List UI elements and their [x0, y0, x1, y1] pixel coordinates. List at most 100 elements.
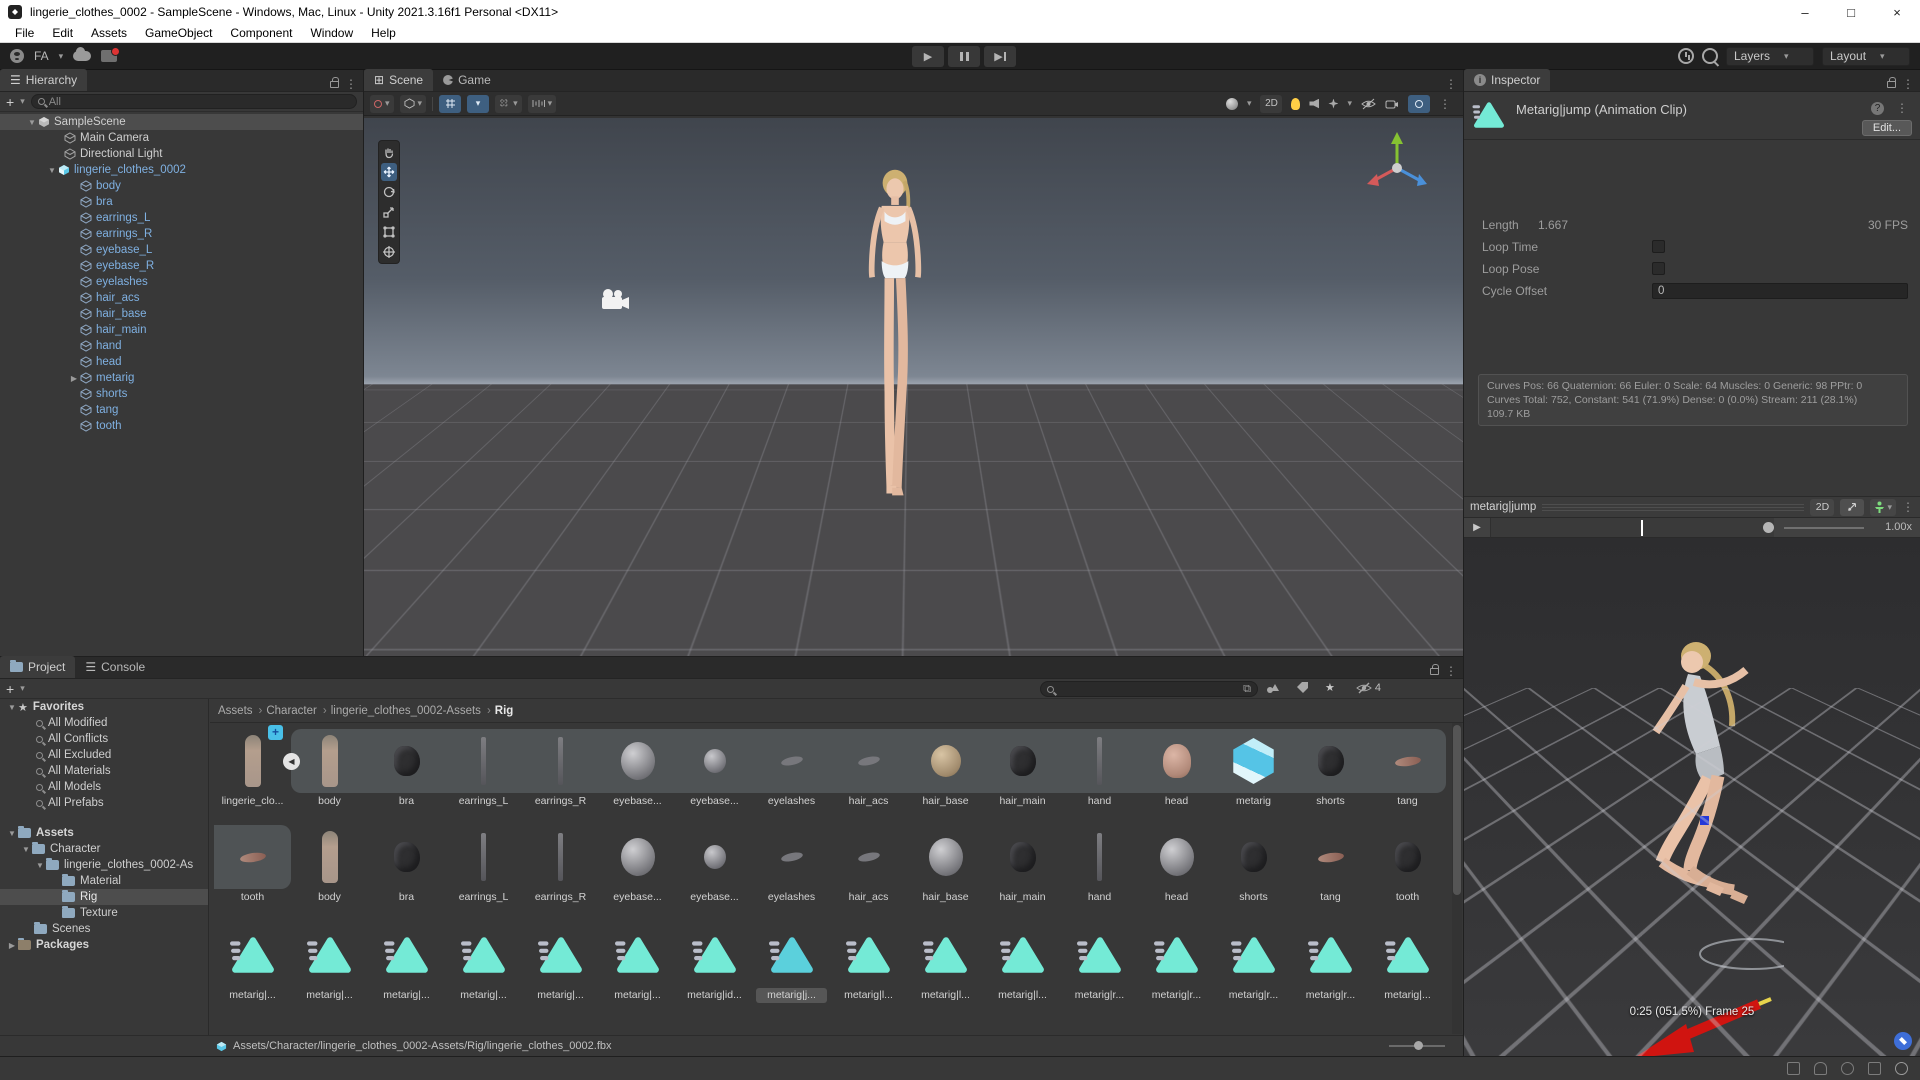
- grid-snap-caret[interactable]: ▾: [467, 95, 489, 113]
- breadcrumb-item[interactable]: Assets: [218, 705, 262, 717]
- background-activity-icon[interactable]: [1895, 1062, 1908, 1075]
- inspector-lock-icon[interactable]: [1887, 81, 1896, 88]
- asset-cell[interactable]: eyelashes: [753, 825, 830, 905]
- animation-asset-cell[interactable]: metarig|...: [214, 923, 291, 1003]
- hierarchy-child-item[interactable]: ▶ earrings_L: [0, 210, 363, 226]
- hierarchy-child-item[interactable]: ▶ hair_acs: [0, 290, 363, 306]
- hierarchy-item-scene[interactable]: ▼ SampleScene: [0, 114, 363, 130]
- tab-console[interactable]: ☰ Console: [75, 656, 155, 678]
- asset-cell[interactable]: bra: [368, 825, 445, 905]
- tab-inspector[interactable]: i Inspector: [1464, 69, 1550, 91]
- asset-cell[interactable]: hair_base: [907, 825, 984, 905]
- lighting-toggle[interactable]: [1291, 98, 1300, 110]
- asset-cell[interactable]: + ◀ hair_base: [907, 729, 984, 809]
- scene-viewport[interactable]: ◂: [364, 118, 1463, 656]
- asset-cell[interactable]: tooth: [1369, 825, 1446, 905]
- animation-asset-cell[interactable]: metarig|l...: [830, 923, 907, 1003]
- clip-menu-icon[interactable]: ⋮: [1896, 101, 1908, 115]
- favorites-item[interactable]: All Modified: [0, 715, 208, 731]
- hierarchy-child-item[interactable]: ▶ eyebase_L: [0, 242, 363, 258]
- camera-settings-button[interactable]: [1385, 98, 1399, 109]
- audio-toggle[interactable]: [1309, 99, 1319, 109]
- animation-asset-cell[interactable]: metarig|...: [291, 923, 368, 1003]
- asset-cell[interactable]: + ◀ earrings_L: [445, 729, 522, 809]
- asset-label-icon[interactable]: [1894, 1032, 1912, 1050]
- search-by-label-icon[interactable]: [1296, 682, 1309, 694]
- grid-snap-toggle[interactable]: [439, 95, 461, 113]
- tree-item-assets[interactable]: ▼Assets: [0, 825, 208, 841]
- asset-cell[interactable]: hand: [1061, 825, 1138, 905]
- speed-slider-track[interactable]: [1784, 527, 1864, 529]
- preview-avatar-button[interactable]: ▾: [1870, 499, 1896, 516]
- collab-status-icon[interactable]: [1841, 1062, 1854, 1075]
- animation-asset-cell[interactable]: metarig|r...: [1292, 923, 1369, 1003]
- asset-cell[interactable]: earrings_R: [522, 825, 599, 905]
- hierarchy-item[interactable]: Directional Light: [0, 146, 363, 162]
- lock-icon[interactable]: [330, 81, 339, 88]
- shading-caret-icon[interactable]: ▾: [1247, 98, 1252, 109]
- hierarchy-child-item[interactable]: ▶ eyebase_R: [0, 258, 363, 274]
- foldout-icon[interactable]: ▶: [68, 374, 80, 383]
- step-button[interactable]: ▶: [984, 46, 1016, 67]
- tree-item-material[interactable]: Material: [0, 873, 208, 889]
- tree-item-character[interactable]: ▼Character: [0, 841, 208, 857]
- asset-cell[interactable]: eyebase...: [676, 825, 753, 905]
- create-asset-caret-icon[interactable]: ▾: [20, 683, 25, 694]
- asset-cell[interactable]: shorts: [1215, 825, 1292, 905]
- playhead[interactable]: [1641, 520, 1643, 536]
- animation-preview-3d[interactable]: 0:25 (051.5%) Frame 25: [1464, 538, 1920, 1056]
- favorites-item[interactable]: All Excluded: [0, 747, 208, 763]
- close-button[interactable]: ×: [1874, 0, 1920, 24]
- snap-settings-button[interactable]: ▾: [528, 95, 557, 113]
- breadcrumb-item[interactable]: Rig: [495, 705, 514, 717]
- hierarchy-child-item[interactable]: ▶ shorts: [0, 386, 363, 402]
- animation-asset-cell[interactable]: metarig|r...: [1061, 923, 1138, 1003]
- console-log-icon[interactable]: [1787, 1062, 1800, 1075]
- tree-item-assets-folder[interactable]: ▼lingerie_clothes_0002-As: [0, 857, 208, 873]
- pause-button[interactable]: [948, 46, 980, 67]
- layout-dropdown[interactable]: Layout▾: [1822, 47, 1910, 66]
- speed-slider-thumb[interactable]: [1763, 522, 1774, 533]
- hierarchy-child-item[interactable]: ▶ hand: [0, 338, 363, 354]
- tree-item-texture[interactable]: Texture: [0, 905, 208, 921]
- tree-item-rig[interactable]: Rig: [0, 889, 208, 905]
- view-tool[interactable]: [381, 143, 397, 161]
- preview-2d-button[interactable]: 2D: [1810, 499, 1834, 516]
- asset-cell[interactable]: body: [291, 825, 368, 905]
- animation-asset-cell-partial[interactable]: [214, 1021, 291, 1035]
- breadcrumb-item[interactable]: Character: [266, 705, 326, 717]
- 2d-toggle[interactable]: 2D: [1260, 95, 1282, 113]
- asset-cell[interactable]: + ◀ shorts: [1292, 729, 1369, 809]
- foldout-icon[interactable]: ▼: [26, 118, 38, 127]
- hidden-packages-toggle[interactable]: 4: [1356, 682, 1381, 694]
- animation-asset-cell[interactable]: metarig|...: [522, 923, 599, 1003]
- hierarchy-search[interactable]: [31, 94, 357, 109]
- account-icon[interactable]: [10, 49, 24, 63]
- hierarchy-child-item[interactable]: ▶ tooth: [0, 418, 363, 434]
- asset-cell[interactable]: eyebase...: [599, 825, 676, 905]
- cloud-icon[interactable]: [73, 51, 91, 61]
- menu-item[interactable]: Help: [362, 26, 405, 40]
- preview-play-button[interactable]: ▶: [1464, 518, 1490, 538]
- effects-caret-icon[interactable]: ▾: [1347, 98, 1352, 109]
- menu-item[interactable]: Window: [301, 26, 362, 40]
- loop-pose-checkbox[interactable]: [1652, 262, 1665, 275]
- asset-cell[interactable]: + ◀ head: [1138, 729, 1215, 809]
- tab-game[interactable]: Game: [433, 69, 501, 91]
- animation-asset-cell[interactable]: metarig|id...: [676, 923, 753, 1003]
- favorites-item[interactable]: All Materials: [0, 763, 208, 779]
- thumbnail-zoom-thumb[interactable]: [1414, 1041, 1423, 1050]
- scale-tool[interactable]: [381, 203, 397, 221]
- collab-icon[interactable]: [101, 50, 117, 62]
- asset-cell[interactable]: + ◀ metarig: [1215, 729, 1292, 809]
- asset-cell[interactable]: + ◀ eyebase...: [676, 729, 753, 809]
- effects-toggle[interactable]: [1328, 99, 1338, 109]
- menu-item[interactable]: File: [6, 26, 43, 40]
- asset-cell[interactable]: + ◀ eyelashes: [753, 729, 830, 809]
- project-lock-icon[interactable]: [1430, 668, 1439, 675]
- scrollbar-thumb[interactable]: [1453, 725, 1461, 895]
- asset-cell[interactable]: hair_main: [984, 825, 1061, 905]
- asset-cell[interactable]: + ◀ bra: [368, 729, 445, 809]
- project-search[interactable]: ⧉: [1040, 681, 1258, 697]
- hierarchy-item-prefab-root[interactable]: ▼ lingerie_clothes_0002: [0, 162, 363, 178]
